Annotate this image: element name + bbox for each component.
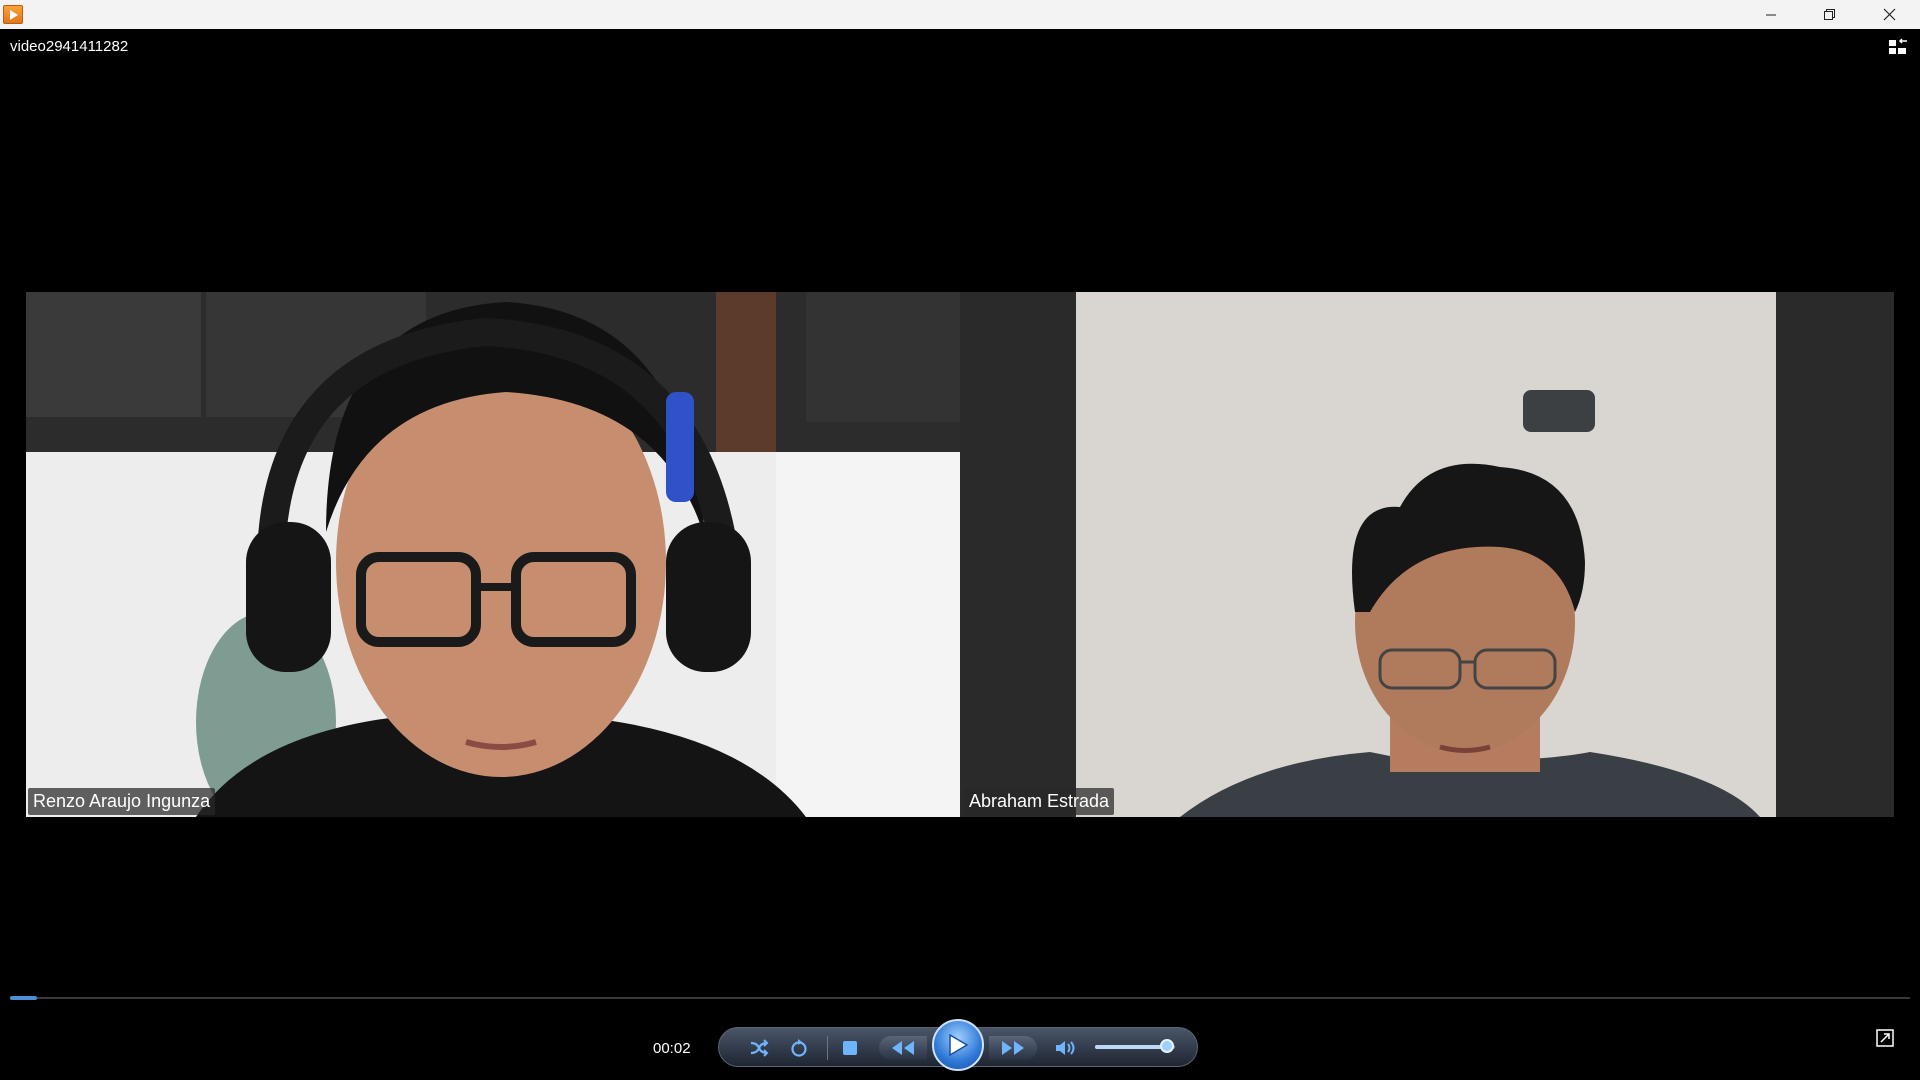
volume-slider-knob[interactable] (1160, 1039, 1174, 1053)
volume-icon (1056, 1041, 1075, 1055)
close-icon (1883, 8, 1895, 21)
participant-video-right (960, 292, 1894, 817)
minimize-icon (1766, 14, 1776, 15)
volume-slider[interactable] (1095, 1039, 1175, 1053)
controls-divider (827, 1036, 828, 1060)
participant-name-right: Abraham Estrada (964, 788, 1115, 815)
title-bar (0, 0, 1920, 29)
seek-bar[interactable] (10, 996, 1910, 1000)
close-button[interactable] (1858, 0, 1920, 29)
shuffle-icon (750, 1039, 769, 1057)
repeat-icon (791, 1039, 807, 1057)
next-icon (1002, 1041, 1024, 1055)
app-icon (3, 5, 23, 24)
participant-name-left: Renzo Araujo Ingunza (28, 788, 216, 815)
miniplayer-icon[interactable] (1876, 1029, 1894, 1047)
shuffle-button[interactable] (745, 1028, 773, 1068)
next-button[interactable] (989, 1036, 1037, 1060)
minimize-button[interactable] (1742, 0, 1800, 29)
video-title: video2941411282 (10, 38, 129, 55)
previous-icon (892, 1041, 914, 1055)
video-tile-right: Abraham Estrada (960, 292, 1894, 817)
video-tile-left: Renzo Araujo Ingunza (26, 292, 960, 817)
layout-icon[interactable] (1888, 38, 1908, 56)
previous-button[interactable] (879, 1036, 927, 1060)
current-time: 00:02 (653, 1040, 691, 1057)
restore-button[interactable] (1800, 0, 1858, 29)
repeat-button[interactable] (785, 1028, 813, 1068)
stop-button[interactable] (835, 1028, 865, 1068)
volume-slider-fill (1095, 1045, 1167, 1049)
stop-icon (843, 1041, 857, 1055)
play-button[interactable] (932, 1019, 984, 1071)
restore-icon (1823, 9, 1835, 20)
participant-video-left (26, 292, 960, 817)
play-icon (949, 1033, 969, 1057)
seek-bar-progress (10, 996, 37, 1000)
mute-button[interactable] (1051, 1028, 1081, 1068)
